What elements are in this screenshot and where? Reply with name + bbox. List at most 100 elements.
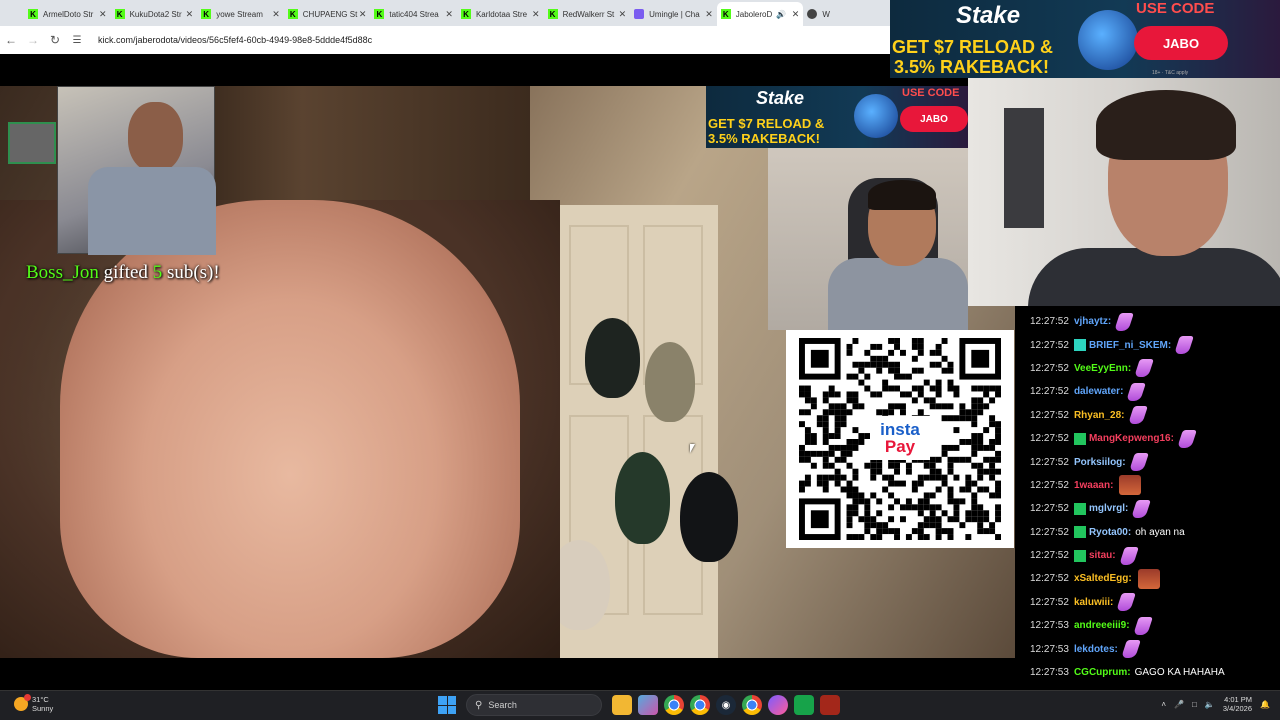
chat-timestamp: 12:27:52 [1030, 339, 1069, 351]
chat-username[interactable]: MangKepweng16: [1089, 433, 1174, 444]
chat-username[interactable]: Porksiilog: [1074, 457, 1126, 468]
ad-small-ball-graphic [854, 94, 898, 138]
browser-tab[interactable]: K Karldotaa Stre ✕ [457, 2, 544, 26]
browser-tab[interactable]: K ArmelDoto Str ✕ [24, 2, 111, 26]
browser-tab[interactable]: Ktatic404 Strea ✕ [370, 2, 457, 26]
browser-tab-label: Karldotaa Stre [475, 9, 528, 19]
taskbar-search[interactable]: ⚲ Search [466, 694, 602, 716]
chat-username[interactable]: 1waaan: [1074, 480, 1113, 491]
chat-timestamp: 12:27:52 [1030, 433, 1069, 445]
chat-username[interactable]: Rhyan_28: [1074, 410, 1125, 421]
chevron-up-icon[interactable]: ˄ [1161, 700, 1166, 709]
chat-message: 12:27:52 xSaltedEgg: [1030, 567, 1280, 590]
chat-username[interactable]: VeeEyyEnn: [1074, 363, 1131, 374]
forward-icon[interactable]: → [22, 33, 44, 47]
windows-start-icon[interactable] [438, 696, 456, 714]
dota-icon[interactable] [820, 695, 840, 715]
browser-tab[interactable]: K RedWalkerr St ✕ [544, 2, 631, 26]
pink-emote-icon [1128, 453, 1149, 472]
chat-timestamp: 12:27:53 [1030, 643, 1069, 655]
mini-thumbnail [8, 122, 56, 164]
browser-tab-label: JaboleroD [735, 9, 773, 19]
browser-tab[interactable]: K KukuDota2 Str ✕ [111, 2, 198, 26]
inset-camera [57, 86, 216, 255]
reload-icon[interactable]: ↻ [44, 33, 66, 47]
ad-code-button[interactable]: JABO [1134, 26, 1228, 60]
clock-date: 3/4/2026 [1222, 704, 1253, 714]
chat-username[interactable]: CGCuprum: [1074, 667, 1131, 678]
chat-timestamp: 12:27:52 [1030, 479, 1069, 491]
chat-timestamp: 12:27:52 [1030, 503, 1069, 515]
close-icon[interactable]: ✕ [186, 9, 194, 20]
chat-username[interactable]: vjhaytz: [1074, 316, 1111, 327]
close-icon[interactable]: ✕ [619, 9, 627, 20]
close-icon[interactable]: ✕ [359, 9, 367, 20]
chat-username[interactable]: Ryota00: [1089, 527, 1131, 538]
close-icon[interactable]: ✕ [792, 9, 800, 20]
clock[interactable]: 4:01 PM 3/4/2026 [1223, 695, 1252, 714]
pink-emote-icon [1177, 429, 1197, 448]
kick-icon: K [720, 9, 731, 19]
chat-panel[interactable]: 12:27:52 vjhaytz: 12:27:52 BRIEF_ni_SKEM: 12… [1015, 306, 1280, 690]
close-icon[interactable]: ✕ [272, 9, 280, 20]
kick-icon: K [201, 9, 212, 19]
chat-username[interactable]: mglvrgl: [1089, 503, 1128, 514]
search-icon: ⚲ [475, 699, 483, 711]
pink-emote-icon [1131, 499, 1152, 518]
browser-tab[interactable]: W [803, 2, 890, 26]
pink-emote-icon [1127, 406, 1148, 425]
chat-message: 12:27:53 andreeeiii9: [1030, 614, 1280, 637]
weather-temp: 31°C [32, 695, 49, 704]
chat-message: 12:27:52 kaluwiii: [1030, 591, 1280, 614]
close-icon[interactable]: ✕ [99, 9, 107, 20]
instapay-qr-code: insta Pay [786, 330, 1014, 548]
browser-tab-label: tatic404 Strea [389, 9, 439, 19]
browser-tab-label: KukuDota2 Str [129, 9, 182, 19]
kick-icon: K [547, 9, 558, 19]
browser-tab[interactable]: K JaboleroD 🔊 ✕ [716, 2, 804, 26]
back-icon[interactable]: ← [0, 33, 22, 47]
chat-username[interactable]: xSaltedEgg: [1074, 573, 1132, 584]
browser-tab[interactable]: Kyowe Stream ✕ [197, 2, 284, 26]
volume-icon[interactable]: 🔈 [1205, 700, 1215, 709]
app-icon-green[interactable] [794, 695, 814, 715]
close-icon[interactable]: ✕ [532, 9, 540, 20]
chat-username[interactable]: sitau: [1089, 550, 1116, 561]
browser-tab-label: Umingle | Cha [649, 9, 700, 19]
chat-username[interactable]: BRIEF_ni_SKEM: [1089, 340, 1171, 351]
speaker-icon[interactable]: 🔊 [776, 10, 786, 19]
chrome-icon-2[interactable] [690, 695, 710, 715]
browser-tab-label: CHUPAENG St [302, 9, 358, 19]
microphone-icon[interactable]: 🎤 [1174, 700, 1184, 709]
messenger-icon[interactable] [768, 695, 788, 715]
browser-tab[interactable]: Umingle | Cha ✕ [630, 2, 717, 26]
chrome-icon[interactable] [664, 695, 684, 715]
stake-ad-small[interactable]: Stake GET $7 RELOAD & 3.5% RAKEBACK! USE… [706, 86, 968, 148]
sun-icon [14, 694, 31, 711]
copilot-icon[interactable] [638, 695, 658, 715]
file-explorer-icon[interactable] [612, 695, 632, 715]
close-icon[interactable]: ✕ [705, 9, 713, 20]
browser-tab-label: yowe Stream [216, 9, 263, 19]
pink-emote-icon [1118, 546, 1139, 565]
chat-message: 12:27:53 CGCuprum: GAGO KA HAHAHA [1030, 661, 1280, 684]
steam-icon[interactable]: ◉ [716, 695, 736, 715]
network-icon[interactable]: □ [1192, 700, 1197, 709]
weather-widget[interactable]: 31°C Sunny [14, 694, 53, 713]
kick-icon: K [374, 9, 385, 19]
chat-timestamp: 12:27:52 [1030, 526, 1069, 538]
globe-icon [807, 9, 818, 19]
chat-username[interactable]: lekdotes: [1074, 644, 1118, 655]
ad-small-code-button[interactable]: JABO [900, 106, 968, 132]
site-info-icon[interactable]: ☰ [66, 35, 88, 46]
chat-username[interactable]: andreeeiii9: [1074, 620, 1130, 631]
url-text[interactable]: kick.com/jaberodota/videos/56c5fef4-60cb… [98, 35, 372, 45]
browser-tab[interactable]: K CHUPAENG St ✕ [284, 2, 371, 26]
chrome-icon-3[interactable] [742, 695, 762, 715]
close-icon[interactable]: ✕ [445, 9, 453, 20]
chat-message: 12:27:52 dalewater: [1030, 380, 1280, 403]
chat-username[interactable]: dalewater: [1074, 386, 1123, 397]
chat-username[interactable]: kaluwiii: [1074, 597, 1113, 608]
stake-ad-large[interactable]: Stake GET $7 RELOAD & 3.5% RAKEBACK! USE… [890, 0, 1280, 78]
notification-bell-icon[interactable]: 🔔 [1260, 700, 1270, 709]
